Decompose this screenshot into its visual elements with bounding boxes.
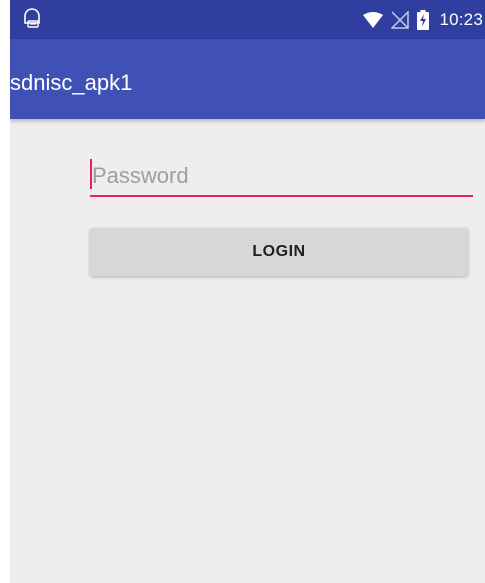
login-button[interactable]: LOGIN [90, 228, 468, 276]
password-field [90, 157, 473, 197]
status-bar: 10:23 [10, 0, 485, 39]
phone-screen: 10:23 sdnisc_apk1 LOGIN [10, 0, 485, 583]
battery-charging-icon [417, 9, 430, 30]
password-underline [90, 195, 473, 197]
login-button-label: LOGIN [252, 243, 306, 260]
wifi-full-icon [363, 11, 384, 28]
app-title: sdnisc_apk1 [10, 70, 133, 95]
password-input[interactable] [90, 157, 473, 195]
text-cursor [90, 159, 92, 189]
status-icons: 10:23 [363, 0, 483, 39]
android-debug-icon [22, 7, 42, 29]
app-bar: sdnisc_apk1 [10, 39, 485, 119]
cell-signal-off-icon [391, 10, 410, 29]
status-time: 10:23 [439, 9, 483, 29]
login-content: LOGIN [10, 119, 485, 583]
